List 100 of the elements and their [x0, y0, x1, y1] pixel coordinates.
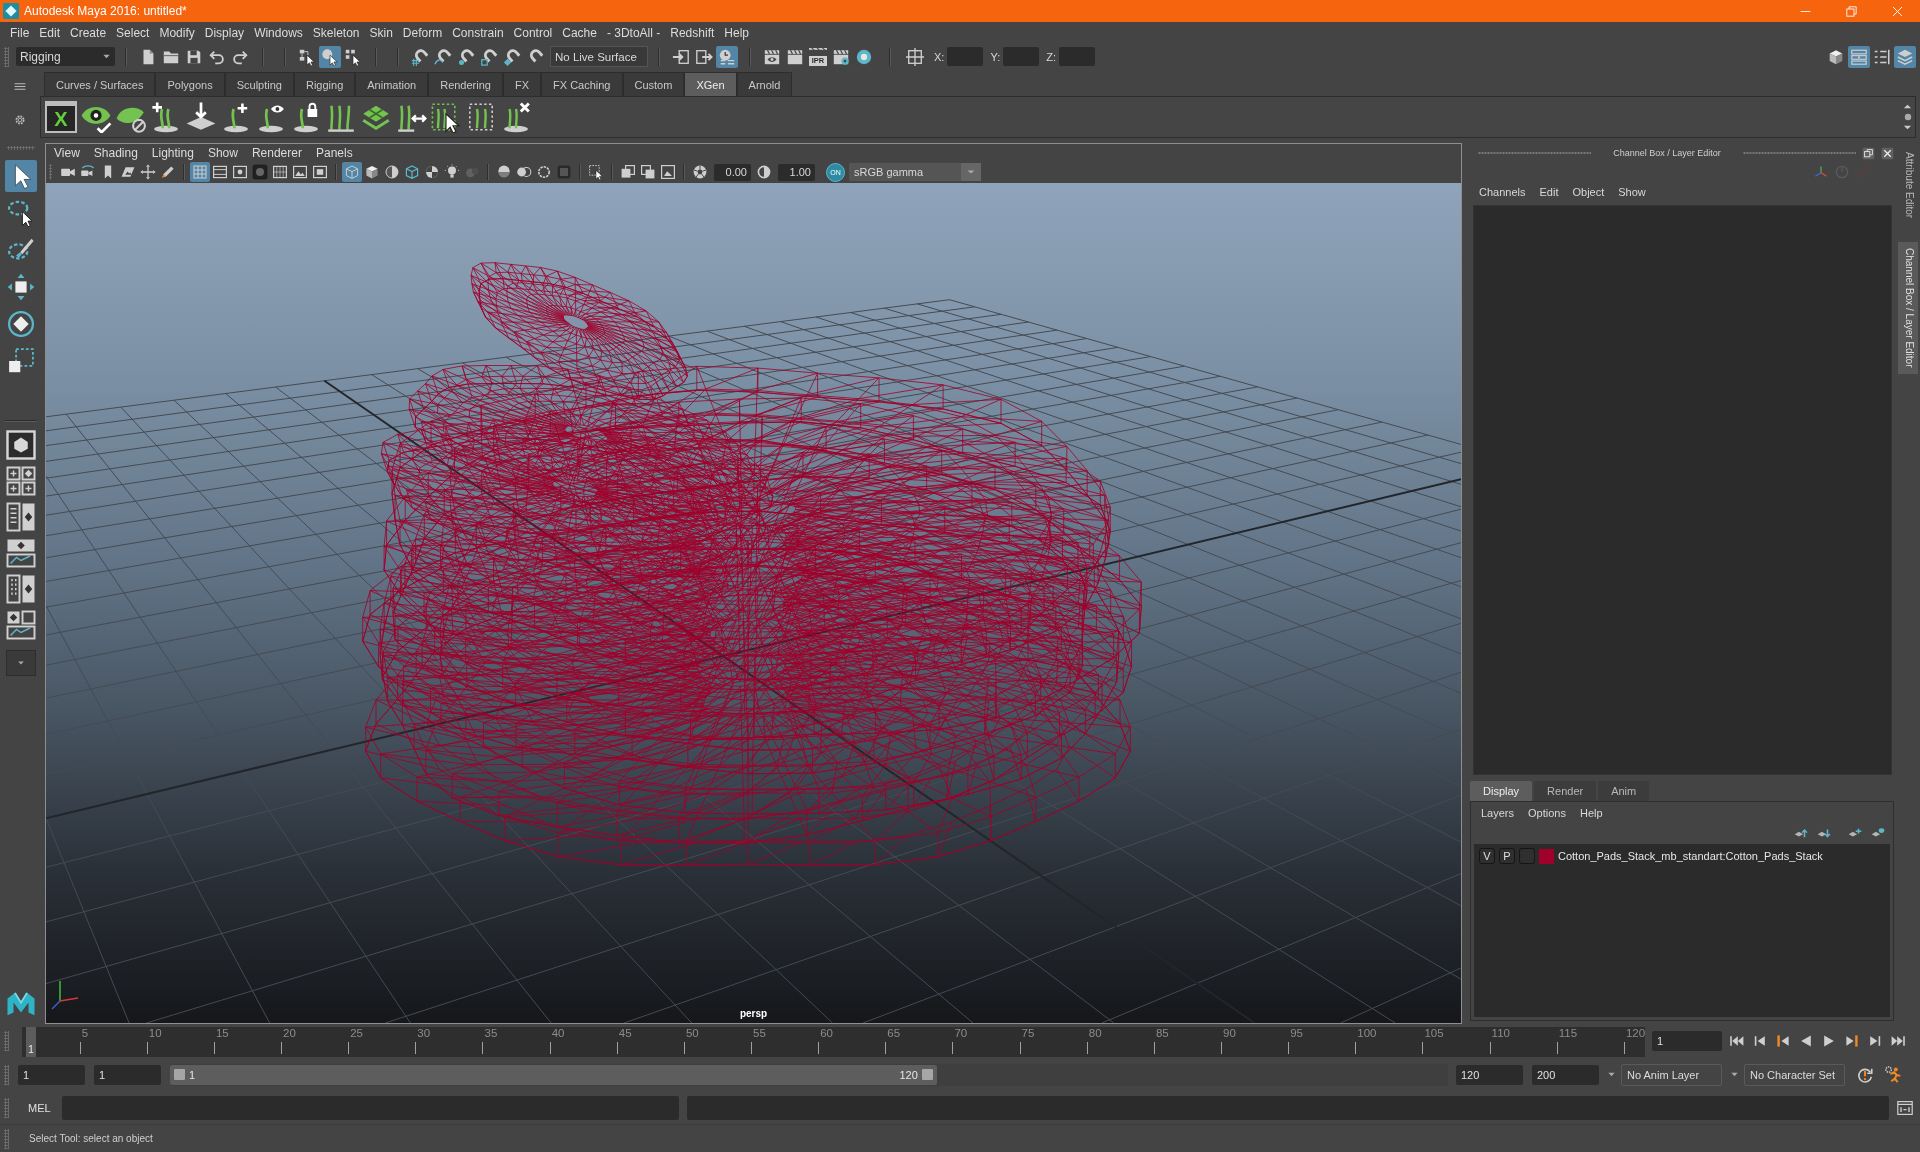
half-shaded-sphere-icon[interactable] — [382, 162, 402, 182]
panel-menu-item[interactable]: Shading — [86, 145, 145, 160]
scroll-down-icon[interactable] — [1903, 124, 1912, 131]
shelf-tab[interactable]: Curves / Surfaces — [44, 72, 156, 96]
cursor-box-icon[interactable] — [586, 162, 606, 182]
panel-menu-item[interactable]: View — [47, 145, 87, 160]
menu-item[interactable]: Control — [508, 25, 558, 40]
menu-item[interactable]: Modify — [154, 25, 200, 40]
float-window-icon[interactable] — [1862, 146, 1875, 160]
panel-menu-item[interactable]: Panels — [308, 145, 360, 160]
four-way-arrow-icon[interactable] — [138, 162, 158, 182]
range-handle[interactable] — [174, 1069, 185, 1080]
range-slider-bar[interactable] — [170, 1064, 937, 1085]
drag-handle[interactable] — [7, 146, 35, 150]
rotate-ring-icon[interactable] — [5, 308, 37, 340]
playhead[interactable]: 1 — [26, 1027, 36, 1057]
gamma-field[interactable]: 1.00 — [778, 163, 815, 181]
dot-icon[interactable] — [1903, 113, 1912, 121]
side-tab[interactable]: Attribute Editor — [1898, 146, 1918, 225]
previous-key-icon[interactable] — [1775, 1033, 1791, 1049]
layer-editor-menu-item[interactable]: Options — [1521, 807, 1573, 819]
script-window-icon[interactable] — [1897, 1099, 1913, 1116]
range-handle[interactable] — [921, 1069, 933, 1080]
drag-handle[interactable] — [4, 1064, 9, 1085]
animation-start-field[interactable]: 1 — [18, 1064, 85, 1085]
layer-name[interactable]: Cotton_Pads_Stack_mb_standart:Cotton_Pads_Stack — [1558, 850, 1823, 862]
layer-editor-menu-item[interactable]: Help — [1572, 807, 1610, 819]
x-window-button[interactable]: X — [45, 101, 77, 133]
menu-item[interactable]: Select — [111, 25, 155, 40]
caret-icon[interactable] — [1607, 1070, 1616, 1079]
caret-icon[interactable] — [1730, 1070, 1739, 1079]
swatch-icon[interactable] — [1539, 848, 1554, 864]
layer-editor-tab[interactable]: Render — [1534, 781, 1597, 801]
clock-list-icon[interactable] — [716, 45, 738, 68]
menu-item[interactable]: Help — [719, 25, 754, 40]
layer-arrow-up-icon[interactable] — [1794, 827, 1808, 839]
menu-item[interactable]: Cache — [557, 25, 602, 40]
coordinate-field[interactable] — [1003, 47, 1040, 66]
skip-to-start-icon[interactable] — [1729, 1033, 1745, 1049]
animation-end-field[interactable]: 200 — [1532, 1064, 1599, 1085]
list-rows-icon[interactable] — [1848, 45, 1870, 68]
shelf-tab[interactable]: Rigging — [293, 72, 356, 96]
coordinate-field[interactable] — [1059, 47, 1095, 66]
shelf-tab[interactable]: Custom — [622, 72, 685, 96]
shelf-tab[interactable]: Animation — [355, 72, 429, 96]
menu-item[interactable]: Display — [199, 25, 250, 40]
scroll-up-icon[interactable] — [1903, 103, 1912, 110]
channel-box-menu-item[interactable]: Show — [1611, 186, 1653, 198]
skip-to-end-icon[interactable] — [1890, 1033, 1906, 1049]
crosshair-square-icon[interactable] — [904, 45, 926, 68]
drag-handle[interactable] — [4, 1097, 9, 1118]
menu-icon[interactable] — [14, 82, 26, 91]
playback-toggle[interactable]: P — [1499, 848, 1515, 864]
menu-item[interactable]: - 3DtoAll - — [601, 25, 666, 40]
arrow-plane-icon[interactable] — [185, 101, 217, 133]
layer-plus-icon[interactable] — [1848, 827, 1862, 839]
menu-item[interactable]: Windows — [249, 25, 308, 40]
channel-box-menu-item[interactable]: Channels — [1472, 186, 1533, 198]
live-surface-field[interactable]: No Live Surface — [550, 46, 648, 67]
shelf-tab[interactable]: FX Caching — [541, 72, 623, 96]
menu-item[interactable]: Create — [65, 25, 112, 40]
panel-menu-item[interactable]: Lighting — [144, 145, 201, 160]
close-icon[interactable] — [1881, 146, 1894, 160]
menu-item[interactable]: Deform — [397, 25, 448, 40]
shelf-tab[interactable]: Rendering — [428, 72, 503, 96]
playback-start-field[interactable]: 1 — [94, 1064, 161, 1085]
shelf-tab[interactable]: XGen — [684, 72, 737, 96]
drag-handle[interactable] — [4, 1031, 9, 1051]
step-back-icon[interactable] — [1752, 1033, 1768, 1049]
layer-arrow-down-icon[interactable] — [1817, 827, 1831, 839]
layer-editor-tab[interactable]: Display — [1470, 781, 1533, 801]
panel-menu-item[interactable]: Renderer — [244, 145, 309, 160]
shelf-tab[interactable]: Sculpting — [224, 72, 294, 96]
layer-editor-tab[interactable]: Anim — [1598, 781, 1650, 801]
drag-handle[interactable] — [4, 46, 9, 67]
stacked-layers-icon[interactable] — [1894, 45, 1916, 68]
channel-box-menu-item[interactable]: Object — [1565, 186, 1612, 198]
panel-menu-item[interactable]: Show — [200, 145, 245, 160]
shelf-tab[interactable]: FX — [502, 72, 541, 96]
move-arrows-icon[interactable] — [5, 271, 37, 303]
language-toggle[interactable]: MEL — [28, 1101, 51, 1114]
layer-dot-icon[interactable] — [1871, 827, 1885, 839]
menu-item[interactable]: Edit — [34, 25, 66, 40]
drag-handle[interactable] — [1478, 151, 1592, 155]
menu-item[interactable]: Redshift — [665, 25, 720, 40]
visibility-toggle[interactable]: V — [1479, 848, 1495, 864]
command-input-field[interactable] — [61, 1095, 679, 1120]
dark-frame-icon[interactable] — [250, 162, 270, 182]
shelf-tab[interactable]: Arnold — [736, 72, 793, 96]
drag-handle[interactable] — [4, 1128, 9, 1149]
shelf-tab[interactable]: Polygons — [155, 72, 225, 96]
graph-view-layout-icon[interactable] — [6, 538, 36, 568]
single-view-layout-icon[interactable] — [6, 430, 36, 460]
menu-set-dropdown[interactable]: Rigging — [16, 47, 115, 66]
list-view-layout-icon[interactable] — [6, 502, 36, 532]
display-type-toggle[interactable] — [1519, 848, 1535, 864]
step-forward-icon[interactable] — [1867, 1033, 1883, 1049]
character-set-dropdown[interactable]: No Character Set — [1744, 1063, 1845, 1086]
layer-editor-menu-item[interactable]: Layers — [1474, 807, 1522, 819]
curves-cursor-icon[interactable] — [430, 101, 462, 133]
